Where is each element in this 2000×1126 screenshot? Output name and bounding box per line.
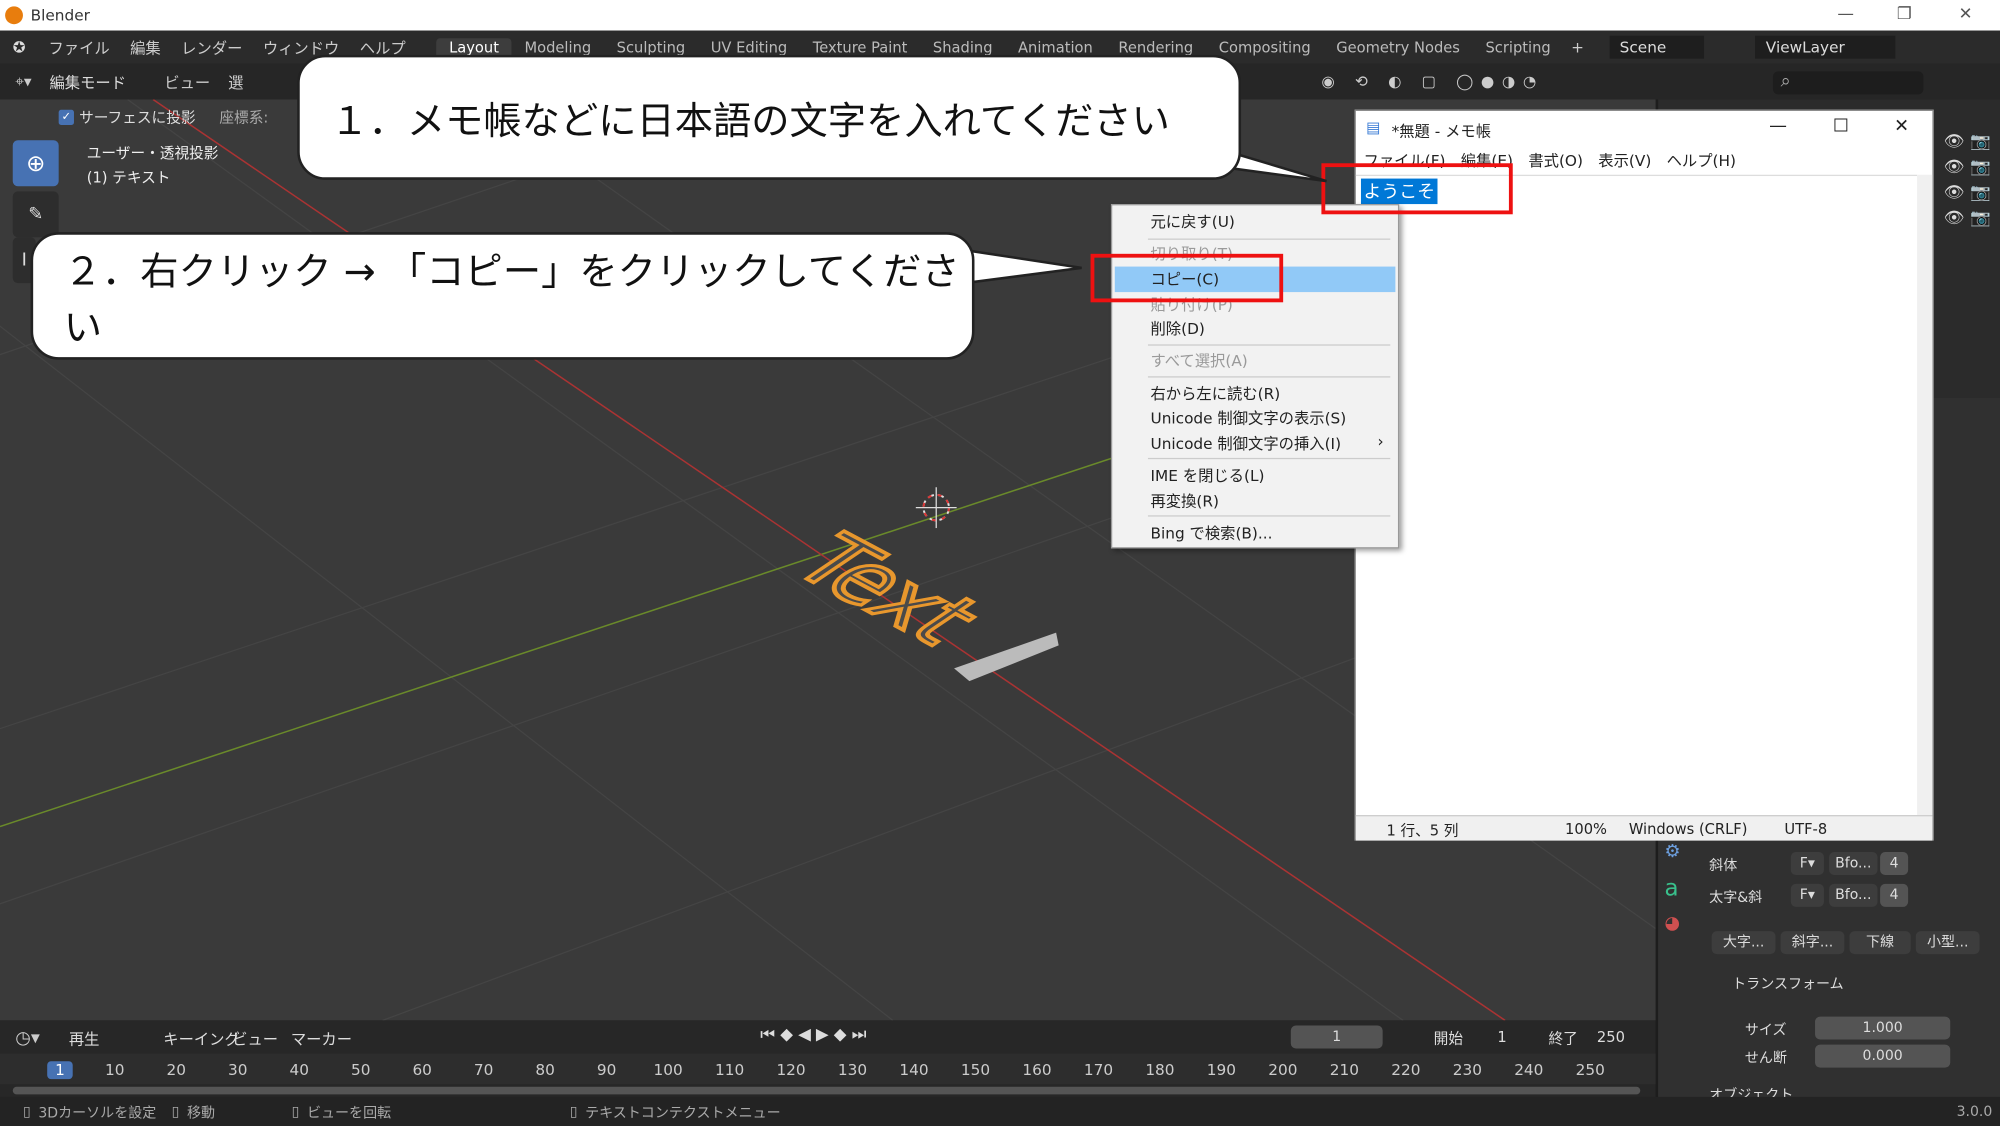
callout-step2: ２．右クリック → 「コピー」をクリックしてください xyxy=(30,232,975,360)
callout-step1: １．メモ帳などに日本語の文字を入れてください xyxy=(297,54,1242,180)
